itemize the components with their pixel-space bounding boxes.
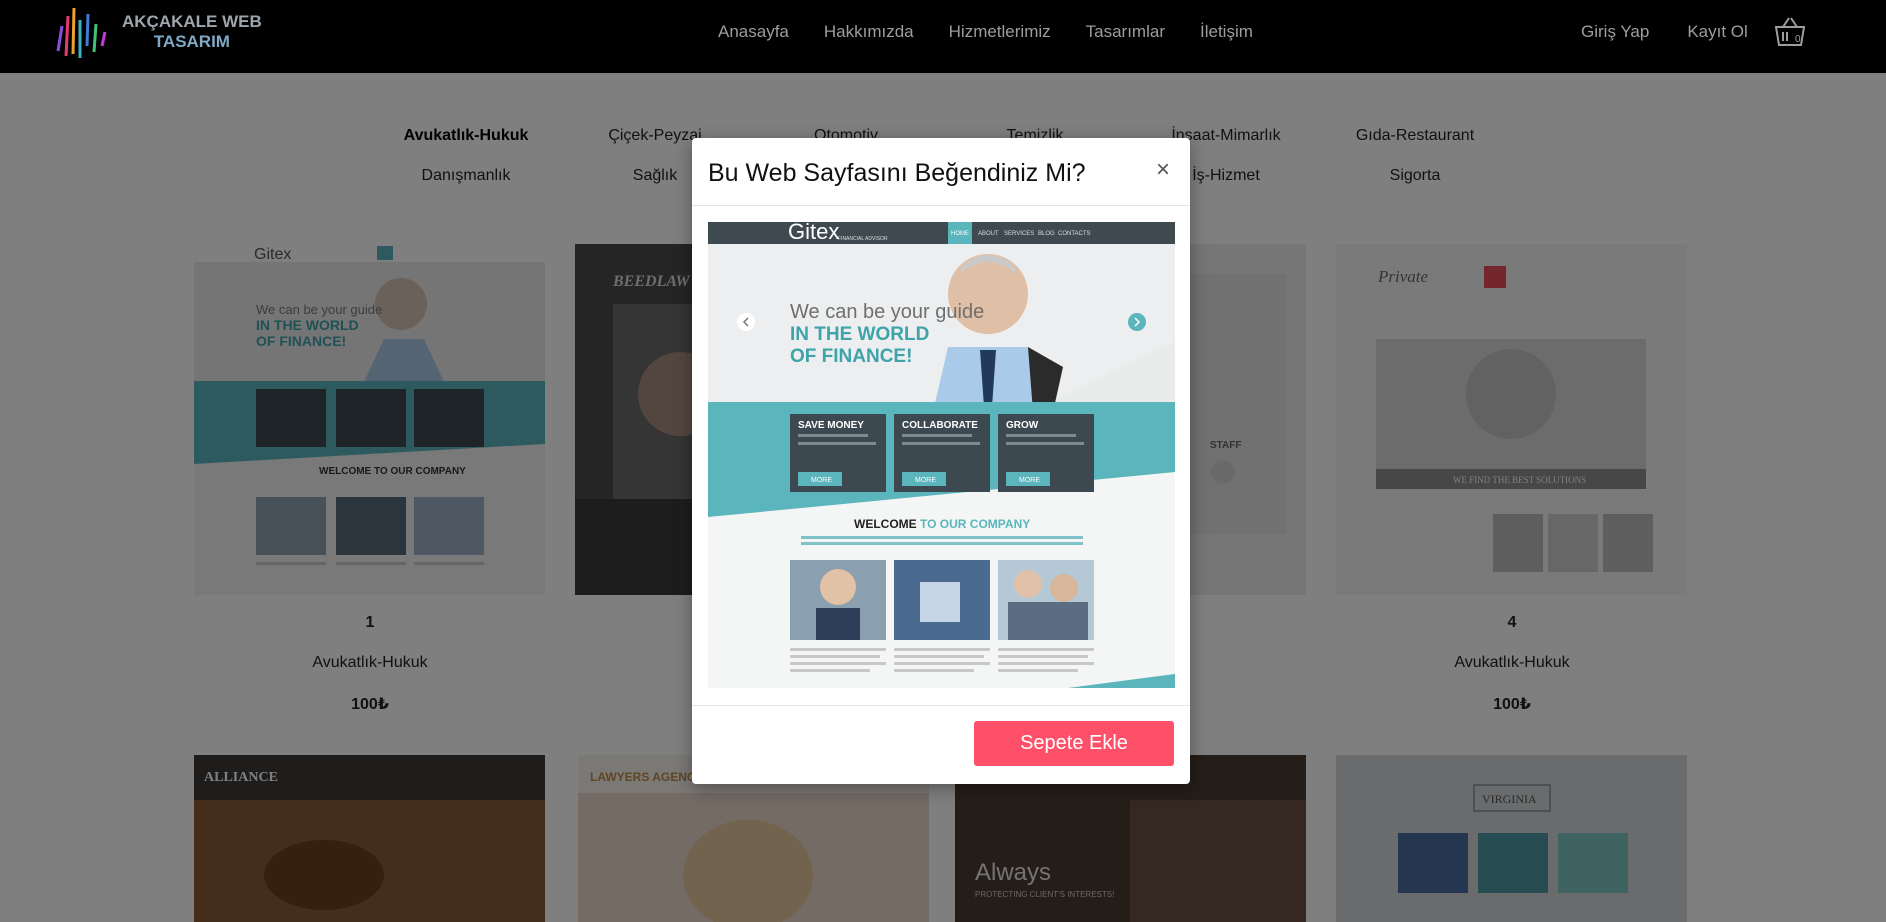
- nav-designs[interactable]: Tasarımlar: [1086, 22, 1165, 42]
- preview-menu-about: ABOUT: [978, 231, 999, 237]
- login-link[interactable]: Giriş Yap: [1581, 22, 1649, 42]
- preview-welcome-a: WELCOME: [854, 517, 917, 531]
- preview-menu-blog: BLOG: [1038, 231, 1055, 237]
- nav-about[interactable]: Hakkımızda: [824, 22, 914, 42]
- preview-menu-home: HOME: [951, 231, 969, 237]
- preview-hero-line2: IN THE WORLD: [790, 324, 929, 345]
- auth-nav: Giriş Yap Kayıt Ol: [1581, 22, 1748, 42]
- preview-logo: Gitex: [788, 222, 839, 244]
- brand-line1: AKÇAKALE WEB: [122, 12, 262, 31]
- add-to-cart-button[interactable]: Sepete Ekle: [974, 721, 1174, 766]
- modal-footer: Sepete Ekle: [692, 705, 1190, 784]
- brand-name[interactable]: AKÇAKALE WEB TASARIM: [122, 12, 262, 52]
- preview-menu-contacts: CONTACTS: [1058, 231, 1091, 237]
- preview-hero-line3: OF FINANCE!: [790, 346, 912, 367]
- preview-tagline: FINANCIAL ADVISOR: [838, 236, 888, 242]
- brand-line2: TASARIM: [153, 32, 230, 51]
- preview-more-1: MORE: [811, 477, 832, 484]
- preview-box-collaborate: COLLABORATE: [902, 420, 978, 431]
- preview-more-2: MORE: [915, 477, 936, 484]
- preview-welcome-b: TO OUR COMPANY: [917, 517, 1031, 531]
- preview-box-save: SAVE MONEY: [798, 420, 864, 431]
- svg-text:WELCOME TO OUR COMPANY: WELCOME TO OUR COMPANY: [854, 517, 1030, 531]
- main-nav: Anasayfa Hakkımızda Hizmetlerimiz Tasarı…: [718, 22, 1253, 42]
- preview-menu-services: SERVICES: [1004, 231, 1034, 237]
- close-icon[interactable]: ×: [1156, 156, 1170, 184]
- nav-services[interactable]: Hizmetlerimiz: [949, 22, 1051, 42]
- cart-icon[interactable]: 0: [1772, 14, 1808, 50]
- register-link[interactable]: Kayıt Ol: [1687, 22, 1747, 42]
- preview-more-3: MORE: [1019, 477, 1040, 484]
- preview-box-grow: GROW: [1006, 420, 1039, 431]
- navbar: AKÇAKALE WEB TASARIM Anasayfa Hakkımızda…: [0, 0, 1886, 73]
- design-preview-image: Gitex FINANCIAL ADVISOR HOME ABOUT SERVI…: [708, 222, 1175, 688]
- nav-contact[interactable]: İletişim: [1200, 22, 1253, 42]
- cart-count: 0: [1795, 34, 1801, 45]
- modal-title: Bu Web Sayfasını Beğendiniz Mi?: [708, 159, 1086, 187]
- nav-home[interactable]: Anasayfa: [718, 22, 789, 42]
- preview-hero-line1: We can be your guide: [790, 301, 984, 323]
- modal-header: Bu Web Sayfasını Beğendiniz Mi? ×: [692, 138, 1190, 206]
- design-preview-modal: Bu Web Sayfasını Beğendiniz Mi? × Gitex …: [692, 138, 1190, 784]
